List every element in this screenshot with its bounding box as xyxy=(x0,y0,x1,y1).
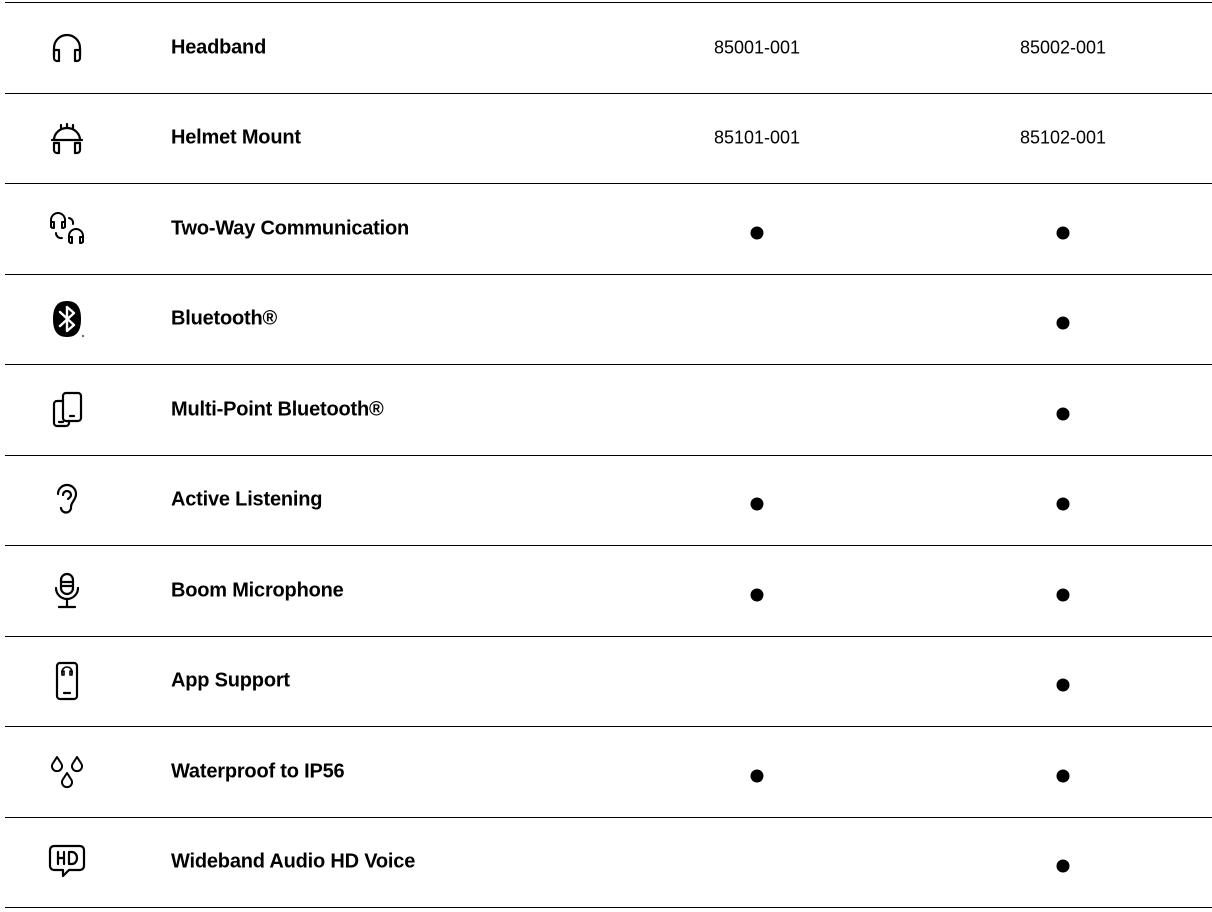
feature-label: Boom Microphone xyxy=(171,579,344,602)
table-row-helmet-mount: Helmet Mount 85101-001 85102-001 xyxy=(5,92,1212,184)
part-number-cell: 85002-001 xyxy=(1020,37,1106,58)
hd-voice-icon xyxy=(47,842,87,882)
table-row-app-support: App Support xyxy=(5,635,1212,727)
table-row-multi-point-bluetooth: Multi-Point Bluetooth® xyxy=(5,364,1212,455)
feature-cell xyxy=(1056,399,1070,421)
table-row-bluetooth: Bluetooth® xyxy=(5,273,1212,365)
feature-label: Headband xyxy=(171,36,267,59)
part-number-cell: 85101-001 xyxy=(714,128,800,149)
table-row-waterproof: Waterproof to IP56 xyxy=(5,726,1212,817)
feature-cell xyxy=(1056,761,1070,783)
water-drops-icon xyxy=(47,752,87,792)
table-row-headband: Headband 85001-001 85002-001 xyxy=(5,2,1212,93)
feature-dot xyxy=(1056,588,1070,602)
feature-label: App Support xyxy=(171,669,290,692)
bluetooth-icon xyxy=(47,299,87,339)
part-number-cell: 85102-001 xyxy=(1020,128,1106,149)
phone-app-icon xyxy=(47,661,87,701)
feature-label: Active Listening xyxy=(171,488,323,511)
multi-device-icon xyxy=(47,390,87,430)
feature-cell xyxy=(1056,490,1070,511)
feature-label: Helmet Mount xyxy=(171,126,301,149)
feature-cell xyxy=(1056,309,1070,330)
feature-cell xyxy=(1056,218,1070,240)
feature-dot xyxy=(750,226,764,240)
feature-label: Waterproof to IP56 xyxy=(171,760,345,783)
table-row-boom-microphone: Boom Microphone xyxy=(5,545,1212,636)
feature-label: Two-Way Communication xyxy=(171,217,410,240)
feature-dot xyxy=(1056,407,1070,421)
part-number: 85002-001 xyxy=(1019,37,1107,58)
two-way-headsets-icon xyxy=(47,209,87,249)
part-number-cell: 85001-001 xyxy=(714,37,800,58)
part-number: 85101-001 xyxy=(713,127,801,148)
feature-dot xyxy=(1056,316,1070,330)
feature-dot xyxy=(750,497,764,511)
feature-dot xyxy=(750,588,764,602)
feature-cell xyxy=(1056,580,1070,602)
feature-cell xyxy=(1056,852,1070,873)
feature-dot xyxy=(750,769,764,783)
headphones-icon xyxy=(47,28,87,68)
feature-cell xyxy=(750,490,764,511)
feature-cell xyxy=(750,580,764,602)
part-number: 85102-001 xyxy=(1019,127,1107,148)
table-row-active-listening: Active Listening xyxy=(5,454,1212,546)
ear-icon xyxy=(47,480,87,520)
feature-cell xyxy=(750,761,764,783)
feature-dot xyxy=(1056,678,1070,692)
feature-dot xyxy=(1056,226,1070,240)
feature-dot xyxy=(1056,497,1070,511)
feature-label: Multi-Point Bluetooth® xyxy=(171,398,384,421)
table-row-wideband-audio: Wideband Audio HD Voice xyxy=(5,816,1212,908)
feature-comparison-table: Headband 85001-001 85002-001 Helmet Moun… xyxy=(5,2,1212,908)
feature-dot xyxy=(1056,769,1070,783)
microphone-icon xyxy=(47,571,87,611)
feature-cell xyxy=(1056,671,1070,692)
feature-label: Wideband Audio HD Voice xyxy=(171,850,416,873)
feature-cell xyxy=(750,218,764,240)
helmet-headset-icon xyxy=(47,118,87,158)
feature-dot xyxy=(1056,859,1070,873)
table-row-two-way-communication: Two-Way Communication xyxy=(5,183,1212,274)
feature-label: Bluetooth® xyxy=(171,307,278,330)
part-number: 85001-001 xyxy=(713,37,801,58)
